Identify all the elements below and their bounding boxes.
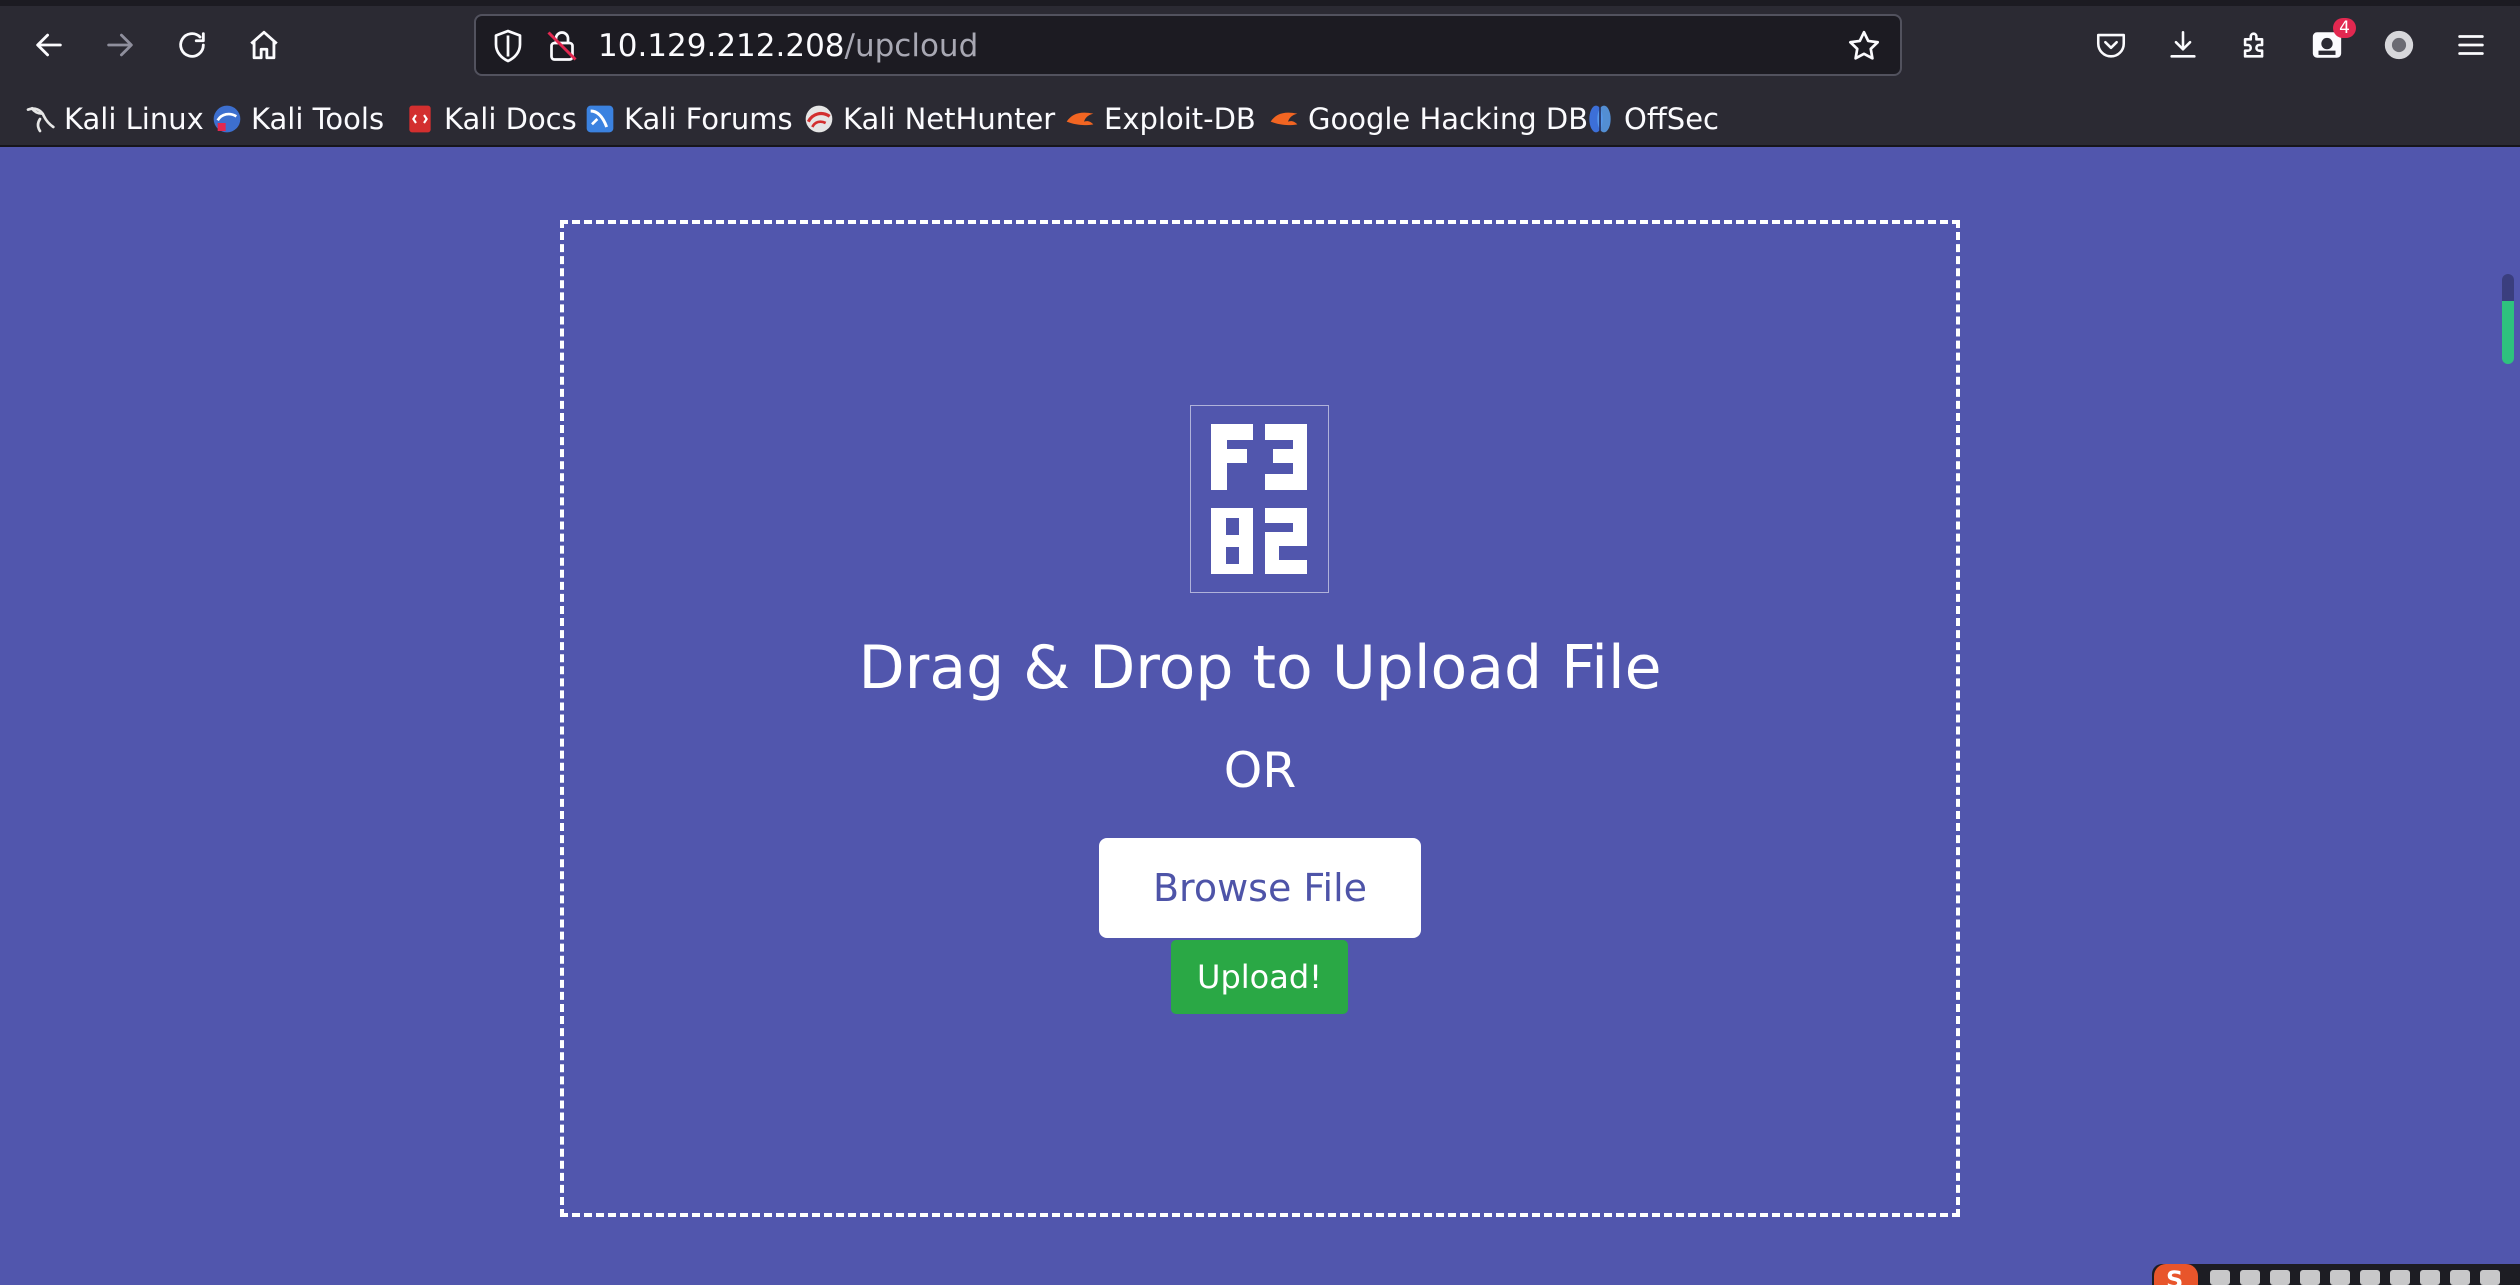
- home-button[interactable]: [241, 22, 287, 68]
- input-method-icon[interactable]: S: [2154, 1264, 2198, 1285]
- bookmark-star-icon[interactable]: [1846, 28, 1882, 64]
- reload-icon: [179, 32, 205, 58]
- site-logo: [1190, 405, 1329, 593]
- browse-file-button[interactable]: Browse File: [1099, 838, 1421, 938]
- bookmark-kali-tools[interactable]: Kali Tools: [211, 93, 384, 145]
- tray-icon[interactable]: [2480, 1270, 2500, 1285]
- tray-icon[interactable]: [2420, 1270, 2440, 1285]
- tray-icon[interactable]: [2330, 1270, 2350, 1285]
- tray-icon[interactable]: [2270, 1270, 2290, 1285]
- forward-button[interactable]: [97, 22, 143, 68]
- page-scrollbar[interactable]: [2502, 274, 2514, 364]
- tab-strip-edge: [0, 0, 2520, 6]
- bookmark-kali-nethunter[interactable]: Kali NetHunter: [803, 93, 1055, 145]
- offsec-icon: [1584, 103, 1616, 135]
- bookmark-label: Kali NetHunter: [843, 102, 1056, 136]
- or-separator: OR: [1223, 742, 1297, 799]
- profile-button[interactable]: [2376, 22, 2422, 68]
- bookmark-label: Kali Docs: [444, 102, 577, 136]
- file-drop-zone[interactable]: [560, 220, 1960, 1217]
- arrow-left-icon: [36, 33, 62, 57]
- browser-window: 10.129.212.208/upcloud 4 Kali Linux Kali…: [0, 0, 2520, 1285]
- ghdb-icon: [1268, 103, 1300, 135]
- tray-icon[interactable]: [2390, 1270, 2410, 1285]
- logo-glyph-icon: [1211, 424, 1307, 574]
- kali-nethunter-icon: [803, 103, 835, 135]
- url-bar[interactable]: 10.129.212.208/upcloud: [474, 14, 1902, 76]
- bookmark-label: Kali Forums: [624, 102, 793, 136]
- bookmarks-toolbar: Kali Linux Kali Tools Kali Docs Kali For…: [0, 93, 2520, 147]
- bookmark-label: OffSec: [1624, 102, 1720, 136]
- download-icon: [2170, 30, 2196, 58]
- bookmark-label: Kali Tools: [251, 102, 385, 136]
- bookmark-kali-linux[interactable]: Kali Linux: [24, 93, 204, 145]
- upload-button[interactable]: Upload!: [1171, 940, 1348, 1014]
- extension-badge: 4: [2333, 18, 2356, 38]
- hamburger-menu-icon: [2458, 35, 2484, 55]
- url-path: /upcloud: [844, 28, 979, 64]
- upload-heading: Drag & Drop to Upload File: [858, 633, 1662, 703]
- kali-tools-icon: [211, 103, 243, 135]
- bookmark-label: Exploit-DB: [1104, 102, 1256, 136]
- tray-icon[interactable]: [2360, 1270, 2380, 1285]
- extensions-button[interactable]: [2232, 22, 2278, 68]
- pocket-icon: [2096, 33, 2126, 58]
- url-text[interactable]: 10.129.212.208/upcloud: [598, 27, 978, 65]
- bookmark-kali-forums[interactable]: Kali Forums: [584, 93, 793, 145]
- bookmark-label: Kali Linux: [64, 102, 204, 136]
- tray-icon[interactable]: [2300, 1270, 2320, 1285]
- extension-addon-button[interactable]: 4: [2304, 18, 2356, 68]
- kali-dragon-icon: [24, 103, 56, 135]
- pocket-button[interactable]: [2088, 22, 2134, 68]
- exploit-db-icon: [1064, 103, 1096, 135]
- puzzle-icon: [2243, 32, 2264, 58]
- reload-button[interactable]: [169, 22, 215, 68]
- arrow-right-icon: [107, 33, 133, 57]
- browser-toolbar: 10.129.212.208/upcloud 4: [0, 0, 2520, 93]
- home-icon: [250, 30, 278, 60]
- insecure-lock-icon[interactable]: [544, 28, 580, 64]
- downloads-button[interactable]: [2160, 22, 2206, 68]
- kali-forums-icon: [584, 103, 616, 135]
- tray-icon[interactable]: [2450, 1270, 2470, 1285]
- bookmark-exploit-db[interactable]: Exploit-DB: [1064, 93, 1256, 145]
- bookmark-offsec[interactable]: OffSec: [1584, 93, 1719, 145]
- shield-icon[interactable]: [490, 28, 526, 64]
- app-menu-button[interactable]: [2448, 22, 2494, 68]
- tray-icon[interactable]: [2210, 1270, 2230, 1285]
- url-host: 10.129.212.208: [598, 28, 845, 64]
- bookmark-label: Google Hacking DB: [1308, 102, 1589, 136]
- back-button[interactable]: [26, 22, 72, 68]
- bookmark-kali-docs[interactable]: Kali Docs: [404, 93, 577, 145]
- kali-docs-icon: [404, 103, 436, 135]
- record-icon: [2384, 30, 2414, 60]
- tray-icon[interactable]: [2240, 1270, 2260, 1285]
- bookmark-google-hacking-db[interactable]: Google Hacking DB: [1268, 93, 1588, 145]
